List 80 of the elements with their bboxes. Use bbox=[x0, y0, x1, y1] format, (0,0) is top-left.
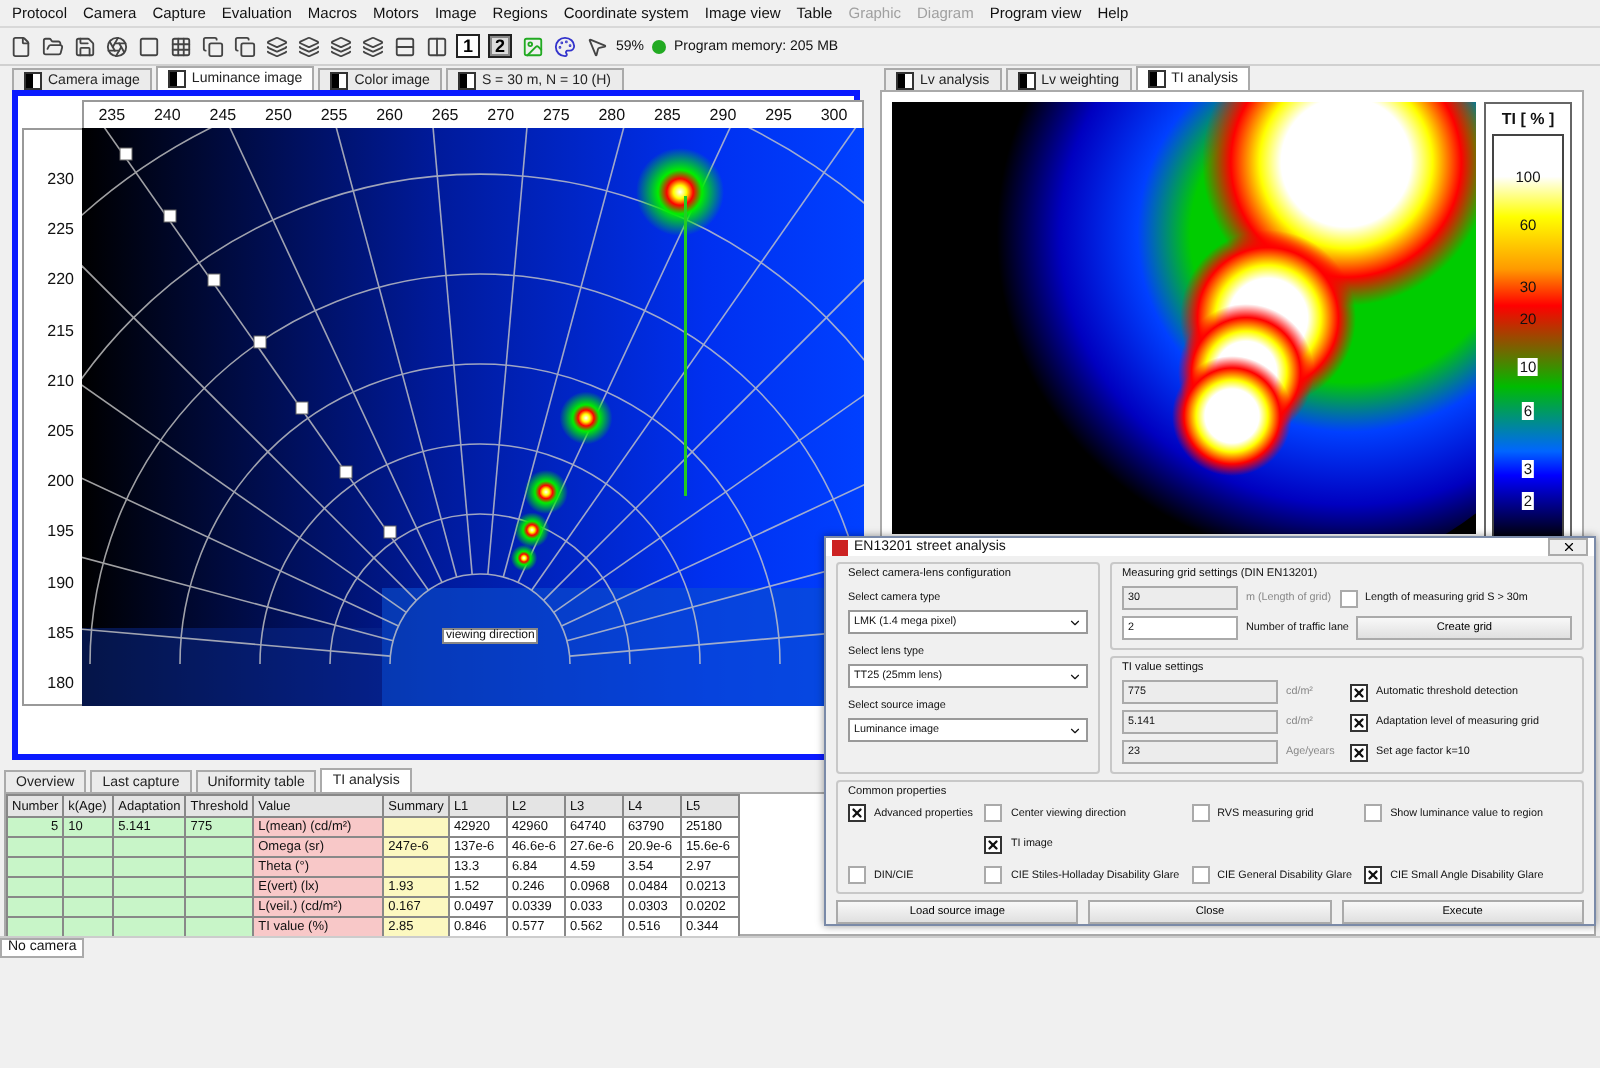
toolbar-icon[interactable] bbox=[328, 34, 352, 58]
checkbox[interactable] bbox=[984, 835, 1003, 853]
caret-icon bbox=[1068, 669, 1082, 683]
axis-tick-label: 205 bbox=[47, 421, 74, 440]
check-cross-icon bbox=[1352, 715, 1366, 729]
toolbar-icon[interactable] bbox=[8, 34, 32, 58]
axis-tick-label: 260 bbox=[376, 106, 403, 124]
tab-icon bbox=[1147, 70, 1166, 88]
tab-icon bbox=[896, 71, 914, 89]
toolbar-icon[interactable] bbox=[424, 34, 448, 58]
table-cell bbox=[7, 857, 64, 877]
number-button[interactable]: 1 bbox=[456, 34, 480, 58]
axis-tick-label: 255 bbox=[320, 106, 348, 124]
axis-tick-label: 290 bbox=[709, 106, 737, 124]
close-button[interactable] bbox=[1548, 538, 1588, 556]
axis-tick-label: 185 bbox=[47, 623, 74, 642]
tab-icon bbox=[330, 71, 349, 89]
close-icon bbox=[1561, 540, 1575, 554]
toolbar-icon[interactable] bbox=[232, 34, 256, 58]
table-cell bbox=[7, 897, 64, 917]
check-cross-icon bbox=[1352, 745, 1366, 759]
checkbox[interactable] bbox=[848, 804, 866, 822]
status-dot bbox=[652, 39, 667, 53]
checkbox[interactable] bbox=[848, 866, 866, 884]
axis-tick-label: 200 bbox=[47, 472, 74, 491]
checkbox[interactable] bbox=[1191, 804, 1210, 822]
checkbox[interactable] bbox=[1364, 866, 1383, 884]
pointer-icon[interactable] bbox=[584, 34, 608, 58]
axis-tick-label: 180 bbox=[47, 673, 74, 692]
axis-tick-label: 295 bbox=[765, 106, 792, 124]
checkbox[interactable] bbox=[1339, 589, 1358, 607]
table-cell bbox=[7, 877, 64, 897]
checkbox[interactable] bbox=[984, 804, 1003, 822]
toolbar-icon[interactable] bbox=[264, 34, 288, 58]
axis-tick-label: 245 bbox=[209, 106, 237, 124]
tab-icon bbox=[1017, 71, 1036, 89]
palette-icon[interactable] bbox=[552, 34, 576, 58]
toolbar-icon[interactable] bbox=[168, 34, 192, 58]
axis-tick-label: 280 bbox=[598, 106, 626, 124]
check-cross-icon bbox=[850, 806, 864, 820]
toolbar-icon[interactable] bbox=[296, 34, 320, 58]
axis-tick-label: 300 bbox=[820, 106, 848, 124]
tab-icon bbox=[24, 71, 42, 89]
axis-tick-label: 220 bbox=[47, 270, 74, 289]
axis-tick-label: 225 bbox=[47, 220, 74, 239]
axis-tick-label: 210 bbox=[47, 371, 74, 390]
axis-tick-label: 270 bbox=[487, 106, 515, 124]
checkbox[interactable] bbox=[984, 866, 1003, 884]
check-cross-icon bbox=[1366, 868, 1381, 882]
checkbox[interactable] bbox=[1191, 866, 1210, 884]
toolbar-icon[interactable] bbox=[200, 34, 224, 58]
table-cell bbox=[7, 837, 64, 857]
image-icon[interactable] bbox=[520, 34, 544, 58]
toolbar-icon[interactable] bbox=[360, 34, 384, 58]
axis-tick-label: 190 bbox=[47, 573, 74, 591]
axis-tick-label: 195 bbox=[47, 522, 74, 541]
caret-icon bbox=[1068, 723, 1082, 737]
check-cross-icon bbox=[1352, 685, 1366, 699]
axis-tick-label: 285 bbox=[654, 106, 681, 124]
axis-tick-label: 215 bbox=[47, 321, 74, 340]
axis-tick-label: 265 bbox=[431, 106, 459, 124]
toolbar-icon[interactable] bbox=[136, 34, 160, 58]
app-icon bbox=[832, 539, 848, 555]
axis-tick-label: 235 bbox=[98, 106, 126, 124]
table-cell bbox=[7, 917, 64, 937]
check-cross-icon bbox=[986, 837, 1001, 851]
caret-icon bbox=[1068, 615, 1082, 629]
axis-tick-label: 230 bbox=[47, 170, 74, 188]
axis-tick-label: 240 bbox=[153, 106, 181, 124]
tab-icon bbox=[457, 71, 476, 89]
axis-tick-label: 275 bbox=[542, 106, 570, 124]
toolbar-icon[interactable] bbox=[40, 34, 64, 58]
tab-icon bbox=[167, 70, 186, 88]
legend-title: TI [ % ] bbox=[1499, 110, 1557, 132]
toolbar-icon[interactable] bbox=[392, 34, 416, 58]
toolbar-icon[interactable] bbox=[72, 34, 96, 58]
number-button[interactable]: 2 bbox=[488, 34, 512, 58]
toolbar-icon[interactable] bbox=[104, 34, 128, 58]
checkbox[interactable] bbox=[1364, 804, 1383, 822]
axis-tick-label: 250 bbox=[265, 106, 292, 124]
